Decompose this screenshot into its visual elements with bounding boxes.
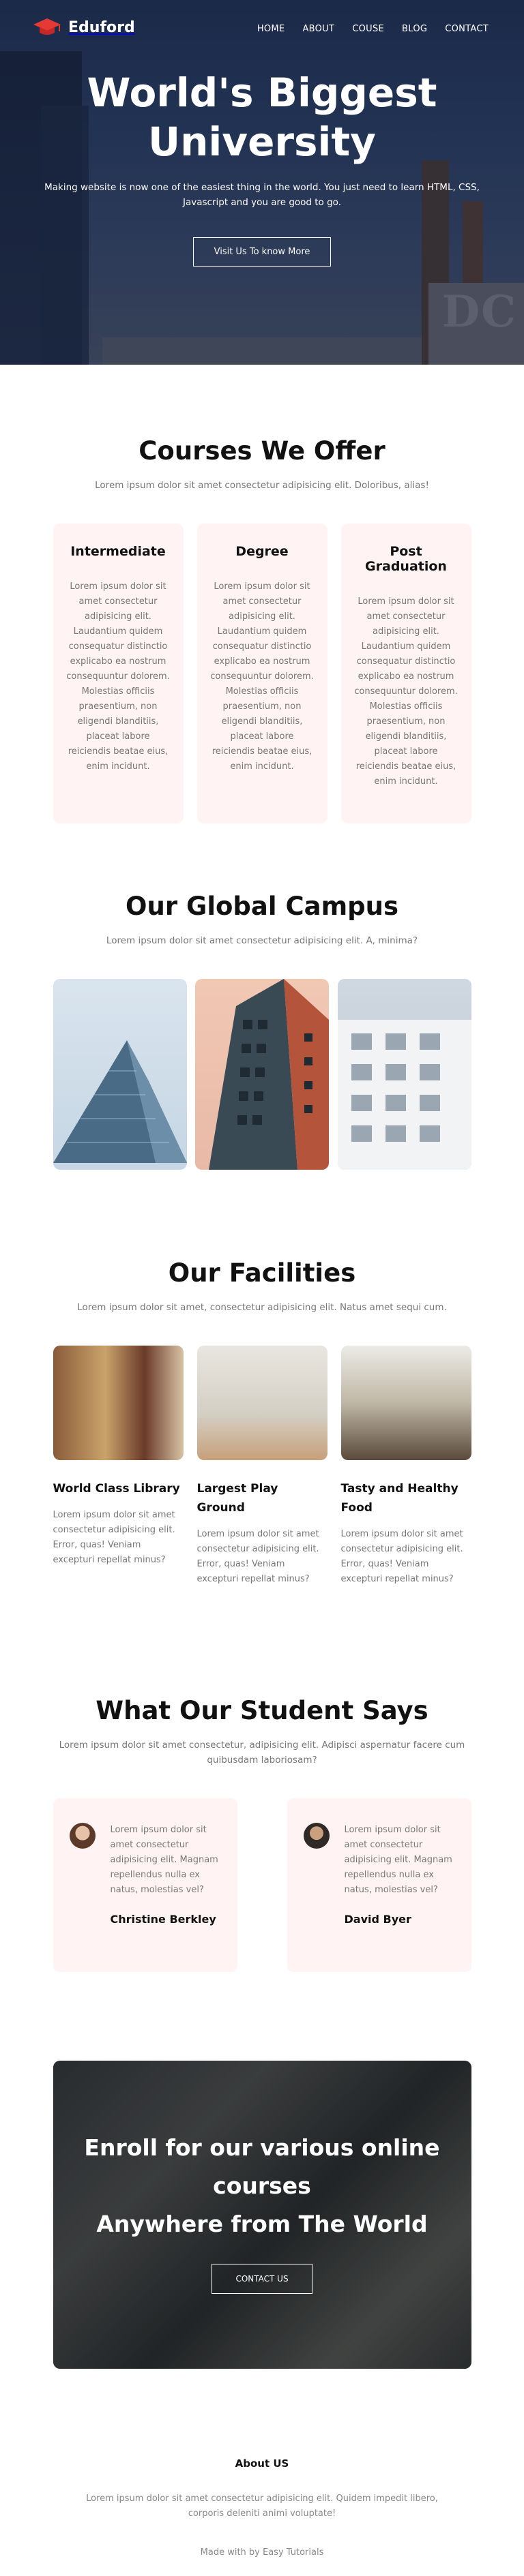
testimonial-body: Lorem ipsum dolor sit amet consectetur a… <box>345 1823 455 1948</box>
footer-about-text: Lorem ipsum dolor sit amet consectetur a… <box>86 2494 438 2519</box>
testimonials-title: What Our Student Says <box>96 1696 428 1725</box>
course-title: Degree <box>235 544 289 559</box>
testimonial-name: Christine Berkley <box>110 1913 216 1926</box>
playground-image <box>196 1346 328 1460</box>
testimonial-card: Lorem ipsum dolor sit amet consectetur a… <box>287 1798 471 1972</box>
brand-name: Eduford <box>68 18 135 36</box>
cta-banner: Enroll for our various online courses An… <box>53 2061 471 2369</box>
nav-about[interactable]: ABOUT <box>302 24 334 34</box>
facilities-title: Our Facilities <box>168 1258 356 1288</box>
cta-content: Enroll for our various online courses An… <box>53 2061 471 2294</box>
course-text: Lorem ipsum dolor sit amet consectetur a… <box>210 581 314 772</box>
food-image <box>340 1346 471 1460</box>
campus-section: Our Global Campus Lorem ipsum dolor sit … <box>0 823 524 1170</box>
footer: About US Lorem ipsum dolor sit amet cons… <box>0 2369 524 2558</box>
hero-subtitle: Making website is now one of the easiest… <box>44 182 480 208</box>
testimonial-text: Lorem ipsum dolor sit amet consectetur a… <box>110 1825 218 1895</box>
course-card: Intermediate Lorem ipsum dolor sit amet … <box>53 524 184 823</box>
nav-blog[interactable]: BLOG <box>402 24 427 34</box>
course-list: Intermediate Lorem ipsum dolor sit amet … <box>53 524 471 823</box>
hero-content: World's Biggest University Making websit… <box>0 68 524 267</box>
facility-title: Tasty and Healthy Food <box>340 1482 458 1515</box>
cta-line-2: Anywhere from The World <box>96 2211 428 2237</box>
facility-card: Largest Play Ground Lorem ipsum dolor si… <box>196 1346 328 1587</box>
course-card: Degree Lorem ipsum dolor sit amet consec… <box>196 524 328 823</box>
campus-gallery <box>53 979 471 1170</box>
course-title: Intermediate <box>70 544 166 559</box>
library-image <box>53 1346 184 1460</box>
testimonial-card: Lorem ipsum dolor sit amet consectetur a… <box>53 1798 237 1972</box>
facilities-section: Our Facilities Lorem ipsum dolor sit ame… <box>0 1170 524 1587</box>
nav-links: HOME ABOUT COUSE BLOG CONTACT <box>257 21 489 34</box>
course-text: Lorem ipsum dolor sit amet consectetur a… <box>354 596 458 787</box>
nav-course[interactable]: COUSE <box>352 24 384 34</box>
navbar: Eduford HOME ABOUT COUSE BLOG CONTACT <box>0 0 524 55</box>
cta-section: Enroll for our various online courses An… <box>0 1972 524 2369</box>
courses-title: Courses We Offer <box>139 436 385 466</box>
nav-contact[interactable]: CONTACT <box>445 24 489 34</box>
hero-title: World's Biggest University <box>87 70 437 165</box>
facility-list: World Class Library Lorem ipsum dolor si… <box>53 1346 471 1587</box>
campus-title: Our Global Campus <box>126 892 398 921</box>
testimonial-list: Lorem ipsum dolor sit amet consectetur a… <box>53 1798 471 1972</box>
facility-title: World Class Library <box>53 1482 180 1496</box>
campus-subtitle: Lorem ipsum dolor sit amet consectetur a… <box>106 935 418 946</box>
avatar <box>69 1823 96 1849</box>
footer-credit: Made with by Easy Tutorials <box>200 2547 324 2558</box>
campus-image[interactable] <box>53 979 187 1170</box>
campus-image[interactable] <box>337 979 471 1170</box>
testimonials-section: What Our Student Says Lorem ipsum dolor … <box>0 1587 524 1972</box>
cta-title: Enroll for our various online courses An… <box>53 2129 471 2243</box>
facility-title: Largest Play Ground <box>196 1482 278 1515</box>
facility-text: Lorem ipsum dolor sit amet consectetur a… <box>196 1529 319 1584</box>
courses-section: Courses We Offer Lorem ipsum dolor sit a… <box>0 365 524 823</box>
course-card: Post Graduation Lorem ipsum dolor sit am… <box>340 524 471 823</box>
facility-card: Tasty and Healthy Food Lorem ipsum dolor… <box>340 1346 471 1587</box>
facility-card: World Class Library Lorem ipsum dolor si… <box>53 1346 184 1587</box>
footer-heading: About US <box>235 2457 289 2470</box>
facilities-subtitle: Lorem ipsum dolor sit amet, consectetur … <box>77 1302 447 1313</box>
campus-image[interactable] <box>195 979 329 1170</box>
testimonial-name: David Byer <box>344 1913 411 1926</box>
testimonial-text: Lorem ipsum dolor sit amet consectetur a… <box>344 1825 452 1895</box>
facility-text: Lorem ipsum dolor sit amet consectetur a… <box>340 1529 463 1584</box>
logo[interactable]: Eduford <box>33 17 135 37</box>
hero-section: DC Eduford HOME ABOUT COUSE BLOG CONTACT… <box>0 0 524 365</box>
nav-home[interactable]: HOME <box>257 24 285 34</box>
courses-subtitle: Lorem ipsum dolor sit amet consectetur a… <box>95 480 429 491</box>
visit-us-button[interactable]: Visit Us To know More <box>192 237 332 267</box>
avatar <box>303 1823 330 1849</box>
facility-text: Lorem ipsum dolor sit amet consectetur a… <box>53 1510 175 1565</box>
graduation-cap-icon <box>33 18 61 35</box>
course-title: Post Graduation <box>365 544 447 574</box>
testimonial-body: Lorem ipsum dolor sit amet consectetur a… <box>111 1823 221 1948</box>
testimonials-subtitle: Lorem ipsum dolor sit amet consectetur, … <box>59 1740 465 1766</box>
cta-line-1: Enroll for our various online courses <box>84 2134 440 2199</box>
course-text: Lorem ipsum dolor sit amet consectetur a… <box>66 581 170 772</box>
contact-us-button[interactable]: CONTACT US <box>212 2264 312 2294</box>
